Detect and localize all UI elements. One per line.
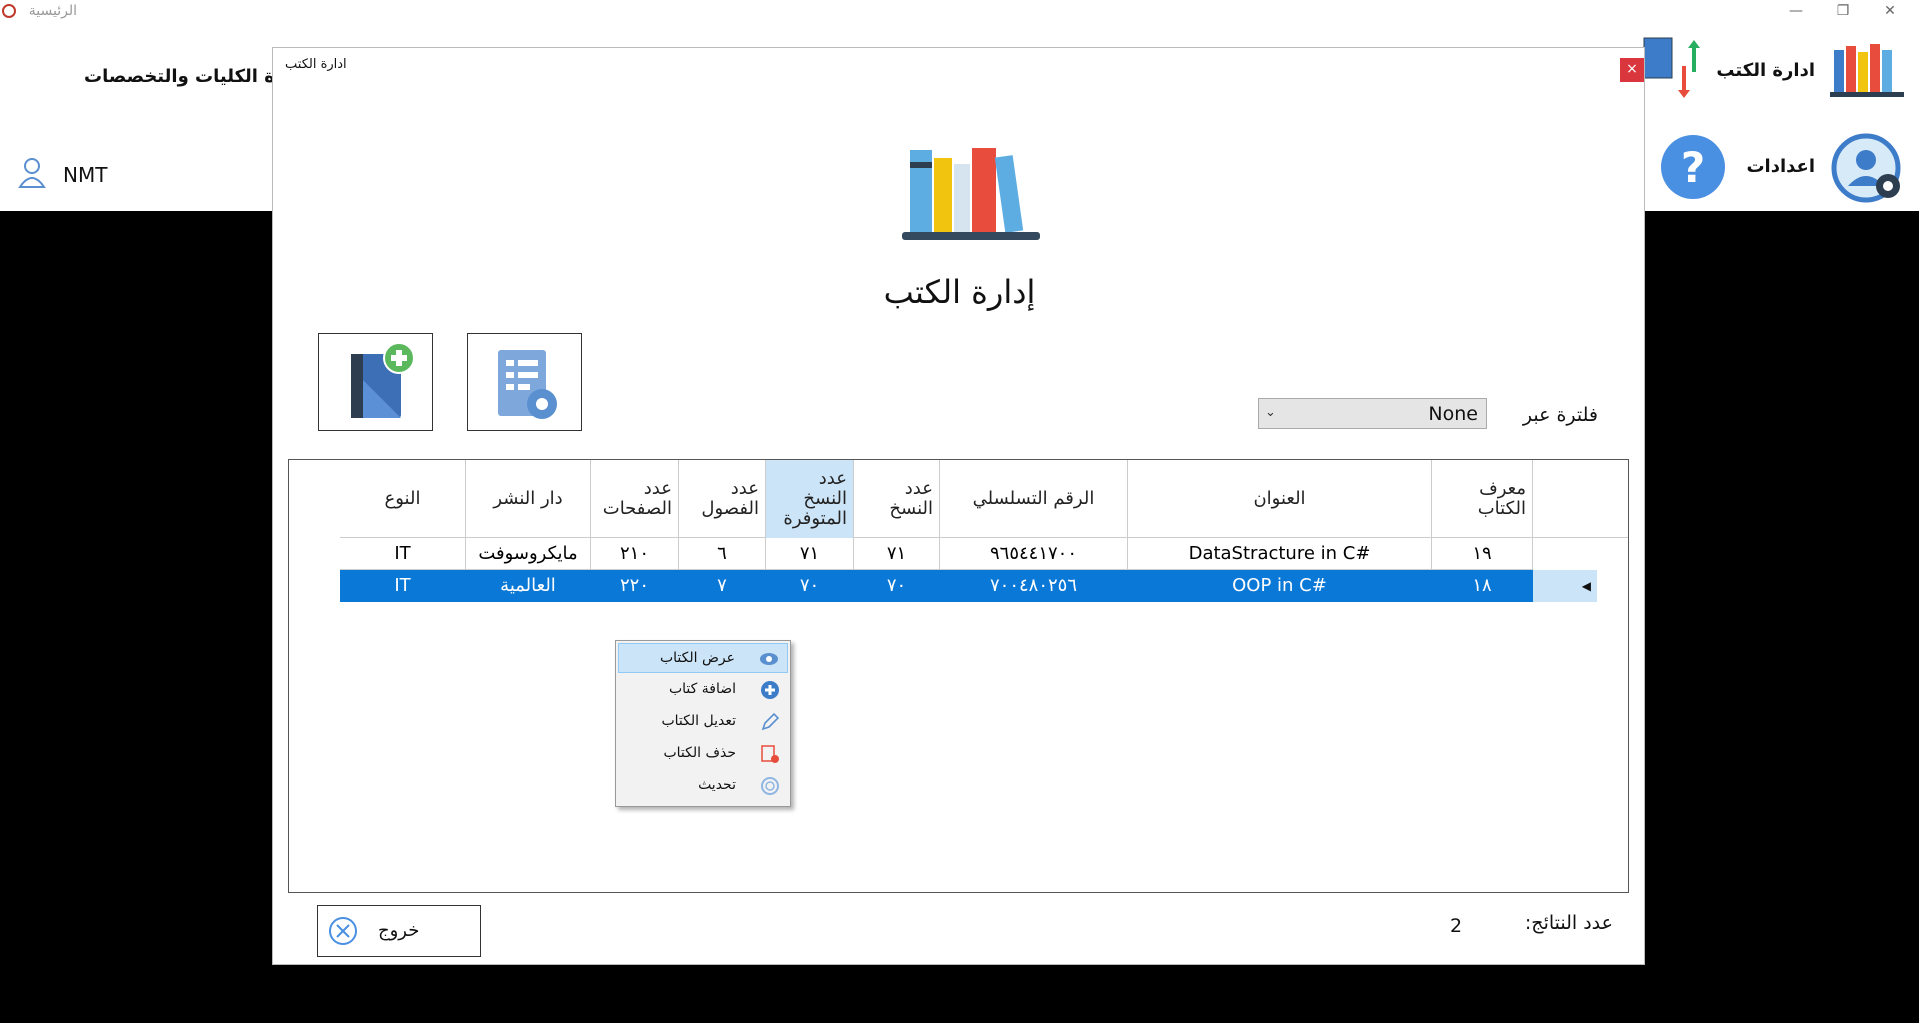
books-table[interactable]: معرف الكتاب العنوان الرقم التسلسلي عدد ا… [288,459,1629,893]
cell-chapters: ٦ [679,538,766,570]
nav-settings-label[interactable]: اعدادات [1746,156,1815,177]
exit-label: خروج [378,920,420,941]
cell-id: ١٨ [1432,570,1533,602]
cell-copies: ٧٠ [854,570,940,602]
eye-icon [759,649,779,669]
cell-type: IT [340,570,466,602]
help-icon[interactable]: ? [1660,134,1726,200]
minimize-button[interactable]: — [1773,0,1819,24]
restore-button[interactable]: ❐ [1820,0,1866,24]
cell-available: ٧١ [766,538,854,570]
nav-books-label[interactable]: ادارة الكتب [1716,60,1815,81]
pencil-icon [760,712,780,732]
manage-books-button[interactable] [467,333,582,431]
cell-serial: ٩٦٥٤٤١٧٠٠ [940,538,1128,570]
cell-copies: ٧١ [854,538,940,570]
chevron-down-icon: ⌄ [1265,405,1276,420]
cell-id: ١٩ [1432,538,1533,570]
col-header-publisher[interactable]: دار النشر [466,460,591,538]
user-icon [18,157,46,189]
menu-item-edit-book[interactable]: تعديل الكتاب [618,707,788,737]
books-logo-icon [890,128,1050,240]
filter-selected-value: None [1428,403,1478,425]
cell-publisher: مايكروسوفت [466,538,591,570]
books-nav-icon[interactable] [1830,42,1906,98]
dialog-title: ادارة الكتب [285,57,347,72]
menu-item-view-book[interactable]: عرض الكتاب [618,643,788,673]
books-management-dialog: ادارة الكتب × إدارة الكتب فلترة عبر ⌄ No… [272,47,1645,965]
row-indicator-icon: ◀ [1533,570,1597,602]
title-bar: الرئيسية — ❐ ✕ [0,0,1919,24]
delete-book-icon [760,744,780,764]
menu-item-add-book[interactable]: اضافة كتاب [618,675,788,705]
close-circle-icon [328,916,358,946]
table-header: معرف الكتاب العنوان الرقم التسلسلي عدد ا… [340,460,1628,538]
col-header-chapters[interactable]: عدد الفصول [679,460,766,538]
cell-serial: ٧٠٠٤٨٠٢٥٦ [940,570,1128,602]
results-count-label: عدد النتائج: [1524,912,1613,934]
cell-type: IT [340,538,466,570]
col-header-title[interactable]: العنوان [1128,460,1432,538]
cell-pages: ٢١٠ [591,538,679,570]
menu-item-refresh[interactable]: تحديث [618,771,788,801]
cell-title: OOP in C# [1128,570,1432,602]
col-header-id[interactable]: معرف الكتاب [1432,460,1533,538]
exit-button[interactable]: خروج [317,905,481,957]
page-heading: إدارة الكتب [883,273,1036,311]
filter-dropdown[interactable]: ⌄ None [1258,398,1487,429]
settings-nav-icon[interactable] [1830,132,1908,204]
table-row[interactable]: ١٩ DataStracture in C# ٩٦٥٤٤١٧٠٠ ٧١ ٧١ ٦… [340,538,1628,570]
refresh-icon [760,776,780,796]
cell-publisher: العالمية [466,570,591,602]
dialog-close-button[interactable]: × [1620,58,1644,82]
filter-label: فلترة عبر [1522,404,1598,426]
user-name: NMT [63,163,108,187]
app-logo-icon [2,4,16,18]
close-window-button[interactable]: ✕ [1867,0,1913,24]
col-header-copies[interactable]: عدد النسخ [854,460,940,538]
app-title: الرئيسية [28,3,77,19]
col-header-type[interactable]: النوع [340,460,466,538]
results-count: 2 [1450,915,1463,937]
cell-title: DataStracture in C# [1128,538,1432,570]
menu-item-delete-book[interactable]: حذف الكتاب [618,739,788,769]
plus-circle-icon [760,680,780,700]
col-header-available[interactable]: عدد النسخ المتوفرة [766,460,854,538]
book-exchange-icon[interactable] [1640,36,1710,104]
table-row-selected[interactable]: ١٨ OOP in C# ٧٠٠٤٨٠٢٥٦ ٧٠ ٧٠ ٧ ٢٢٠ العال… [340,570,1628,602]
cell-pages: ٢٢٠ [591,570,679,602]
col-header-pages[interactable]: عدد الصفحات [591,460,679,538]
col-header-serial[interactable]: الرقم التسلسلي [940,460,1128,538]
svg-text:?: ? [1681,143,1705,192]
context-menu: عرض الكتاب اضافة كتاب تعديل الكتاب حذف ا… [615,640,791,807]
cell-available: ٧٠ [766,570,854,602]
cell-chapters: ٧ [679,570,766,602]
add-book-button[interactable] [318,333,433,431]
